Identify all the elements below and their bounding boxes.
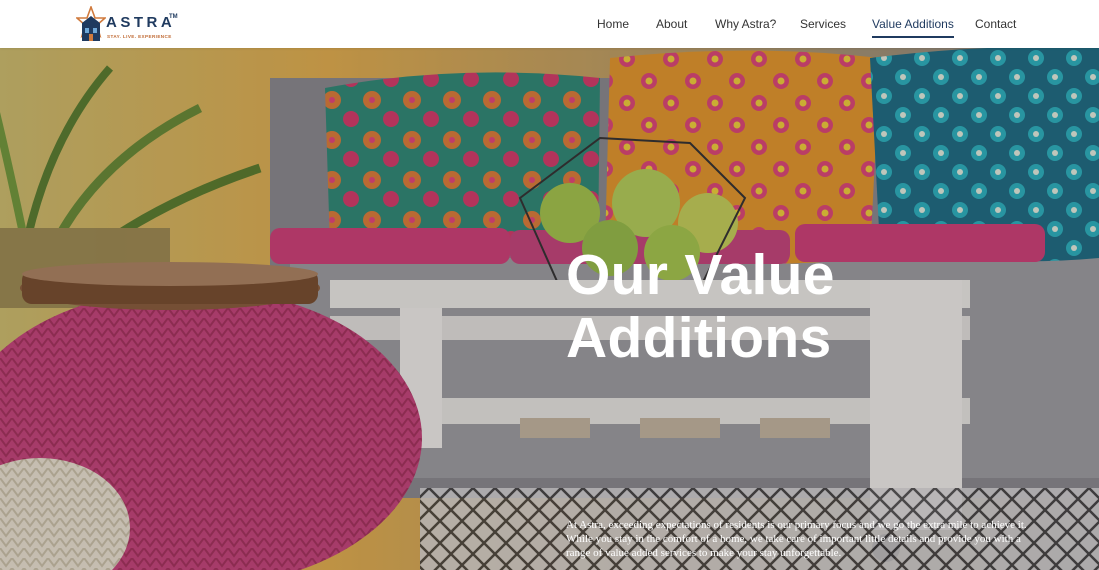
brand-tagline: STAY. LIVE. EXPERIENCE <box>107 34 172 39</box>
site-header: ASTRA TM STAY. LIVE. EXPERIENCE Home Abo… <box>0 0 1099 48</box>
nav-value-additions[interactable]: Value Additions <box>872 17 954 38</box>
hero-description: At Astra, exceeding expectations of resi… <box>566 519 1027 559</box>
nav-services[interactable]: Services <box>800 17 846 31</box>
nav-contact[interactable]: Contact <box>975 17 1016 31</box>
trademark-mark: TM <box>169 14 178 20</box>
nav-why-astra[interactable]: Why Astra? <box>715 17 776 31</box>
astra-logo[interactable]: ASTRA TM STAY. LIVE. EXPERIENCE <box>76 6 186 44</box>
star-house-logo-icon <box>76 6 106 41</box>
nav-about[interactable]: About <box>656 17 687 31</box>
hero-title: Our Value Additions <box>566 243 835 370</box>
hero-overlay <box>0 48 1099 570</box>
brand-name: ASTRA <box>106 14 176 31</box>
nav-home[interactable]: Home <box>597 17 629 31</box>
hero-section: Our Value Additions At Astra, exceeding … <box>0 48 1099 570</box>
